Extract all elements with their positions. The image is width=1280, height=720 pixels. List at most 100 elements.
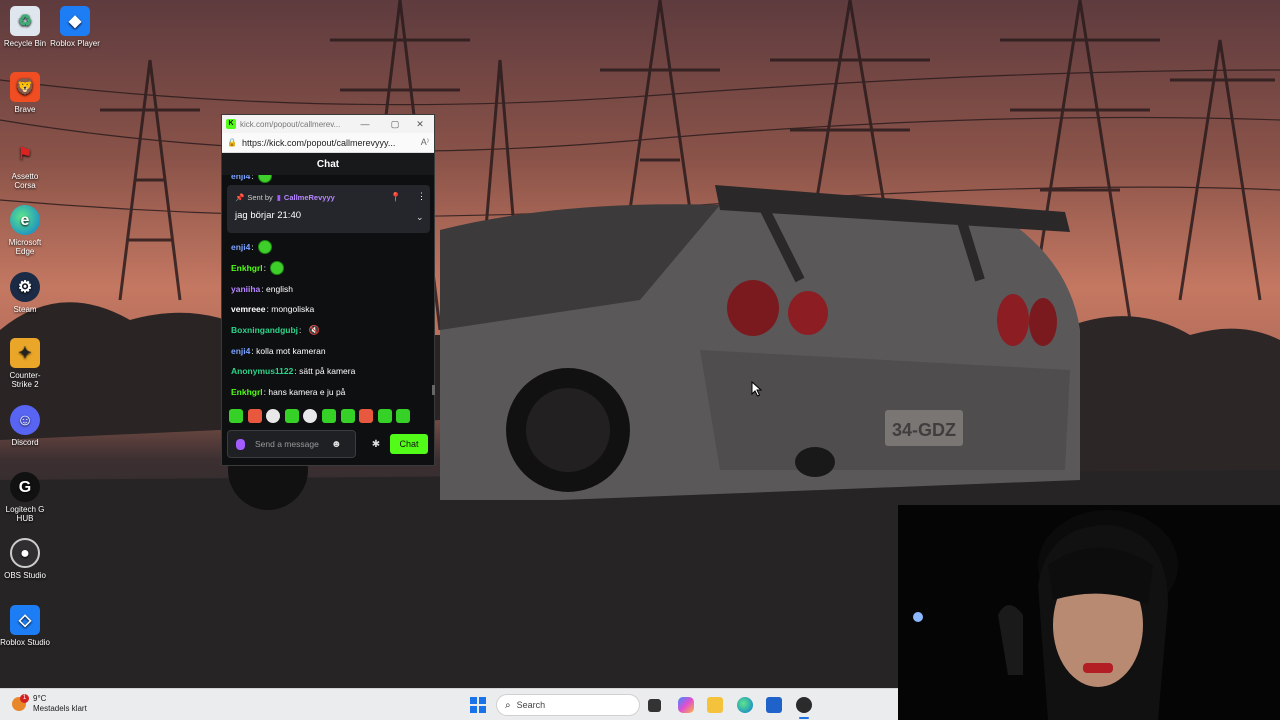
emote-button[interactable] xyxy=(247,409,262,423)
desktop-icon-label: Recycle Bin xyxy=(3,39,47,48)
windows-logo-icon xyxy=(478,705,486,713)
desktop-icon-label: OBS Studio xyxy=(4,571,46,580)
chat-text: mongoliska xyxy=(271,304,315,315)
chat-message: Enkhgrl: xyxy=(231,258,434,279)
chat-username[interactable]: vemreee xyxy=(231,304,266,314)
desktop-icon-brave[interactable]: 🦁 Brave xyxy=(0,72,50,114)
green-emote-icon xyxy=(257,175,272,183)
start-button[interactable] xyxy=(470,697,486,713)
desktop-icon-label: Brave xyxy=(14,105,36,114)
chat-message: yaniiha: english xyxy=(231,283,293,294)
weather-text: 9°C Mestadels klart xyxy=(33,694,87,714)
windows-taskbar: 1 9°C Mestadels klart ⌕ Search xyxy=(0,688,898,720)
steam-icon: ⚙ xyxy=(10,272,40,302)
chat-username[interactable]: yaniiha xyxy=(231,284,260,294)
desktop-icon-label: Roblox Studio xyxy=(0,638,50,647)
emote-button[interactable] xyxy=(396,409,411,423)
emote-button[interactable] xyxy=(266,409,281,423)
chat-message: vemreee: mongoliska xyxy=(231,304,315,315)
gear-icon[interactable]: ✱ xyxy=(362,439,390,450)
minimize-button[interactable]: — xyxy=(350,119,380,129)
chat-username[interactable]: Anonymus1122 xyxy=(231,366,293,376)
roblox-icon: ◆ xyxy=(60,6,90,36)
lock-icon: 🔒 xyxy=(227,138,237,147)
desktop-icon-roblox-studio[interactable]: ◇ Roblox Studio xyxy=(0,605,50,647)
microphone-icon[interactable] xyxy=(236,438,245,450)
chat-message: enji4: xyxy=(231,237,434,258)
chat-text: kolla mot kameran xyxy=(256,345,326,356)
emote-button[interactable] xyxy=(359,409,374,423)
obs-taskbar-icon[interactable] xyxy=(796,697,812,713)
chat-username[interactable]: enji4 xyxy=(231,175,250,181)
desktop-icon-roblox-player[interactable]: ◆ Roblox Player xyxy=(50,6,100,48)
sent-by-label: Sent by xyxy=(247,193,273,202)
emote-button[interactable] xyxy=(284,409,299,423)
maximize-button[interactable]: ▢ xyxy=(380,119,410,130)
desktop-icon-logitech[interactable]: G Logitech G HUB xyxy=(0,472,50,523)
copilot-icon[interactable] xyxy=(678,697,694,713)
desktop-icon-label: Discord xyxy=(11,438,39,447)
chat-text: english xyxy=(266,283,293,294)
desktop-icon-obs[interactable]: ● OBS Studio xyxy=(0,538,50,580)
chat-username[interactable]: Enkhgrl xyxy=(231,263,263,273)
input-placeholder: Send a message xyxy=(255,438,319,449)
mouse-cursor-icon xyxy=(751,381,763,397)
discord-icon: ☺ xyxy=(10,405,40,435)
pin-icon: 📌 xyxy=(235,193,245,202)
desktop-icon-label: Counter-Strike 2 xyxy=(9,371,41,389)
chat-message: enji4: kolla mot kameran xyxy=(231,345,326,356)
chat-username-colon: : xyxy=(251,175,254,181)
chat-popup-window: K kick.com/popout/callmerev... — ▢ ✕ 🔒 h… xyxy=(221,114,435,466)
desktop-icon-steam[interactable]: ⚙ Steam xyxy=(0,272,50,314)
pinned-message[interactable]: 📌 Sent by ▮ CallmeRevyyy 📍 ⋮ jag börjar … xyxy=(227,185,430,233)
taskbar-search-box[interactable]: ⌕ Search xyxy=(496,694,640,716)
close-icon[interactable]: ✕ xyxy=(410,119,430,130)
desktop-icon-discord[interactable]: ☺ Discord xyxy=(0,405,50,447)
chat-username[interactable]: Enkhgrl xyxy=(231,387,263,397)
chevron-down-icon[interactable]: ⌄ xyxy=(416,212,424,223)
address-bar[interactable]: 🔒 https://kick.com/popout/callmerevyyy..… xyxy=(222,133,434,153)
desktop-icon-label: Roblox Player xyxy=(50,39,100,48)
desktop-icon-assetto-corsa[interactable]: ⚑ Assetto Corsa xyxy=(0,139,50,190)
address-url[interactable]: https://kick.com/popout/callmerevyyy... xyxy=(242,138,421,148)
emote-button[interactable] xyxy=(303,409,318,423)
more-options-icon[interactable]: ⋮ xyxy=(417,191,426,202)
emote-button[interactable] xyxy=(377,409,392,423)
microsoft-store-icon[interactable] xyxy=(766,697,782,713)
file-explorer-icon[interactable] xyxy=(707,697,723,713)
chat-text: hans kamera e ju på xyxy=(268,387,346,398)
brave-icon: 🦁 xyxy=(10,72,40,102)
task-view-icon[interactable] xyxy=(648,699,661,712)
chat-scrollbar[interactable] xyxy=(432,385,435,395)
chat-username[interactable]: Boxningandgubj xyxy=(231,325,298,335)
window-titlebar[interactable]: K kick.com/popout/callmerev... — ▢ ✕ xyxy=(222,115,434,133)
windows-logo-icon xyxy=(470,705,478,713)
chat-message: Enkhgrl: hans kamera e ju på xyxy=(231,387,346,398)
desktop-icon-edge[interactable]: e Microsoft Edge xyxy=(0,205,50,256)
edge-taskbar-icon[interactable] xyxy=(737,697,753,713)
assetto-corsa-icon: ⚑ xyxy=(17,145,33,163)
send-chat-button[interactable]: Chat xyxy=(390,434,428,454)
notification-badge: 1 xyxy=(20,694,29,703)
chat-username[interactable]: enji4 xyxy=(231,242,250,252)
desktop-icon-counter-strike[interactable]: ✦ Counter-Strike 2 xyxy=(0,338,50,389)
chat-message: Boxningandgubj: 🔇 xyxy=(231,320,434,341)
pinned-text: jag börjar 21:40 xyxy=(235,210,302,221)
weather-widget[interactable]: 1 9°C Mestadels klart xyxy=(12,694,87,714)
emote-button[interactable] xyxy=(340,409,355,423)
green-emote-icon xyxy=(270,261,285,276)
kick-favicon-icon: K xyxy=(226,119,236,129)
pinned-author[interactable]: CallmeRevyyy xyxy=(284,193,335,202)
read-aloud-icon[interactable]: A⁾ xyxy=(421,137,429,148)
unpin-icon[interactable]: 📍 xyxy=(390,192,401,203)
chat-header: Chat xyxy=(222,153,434,175)
emote-button[interactable] xyxy=(229,409,243,423)
chat-username[interactable]: enji4 xyxy=(231,346,250,356)
emote-button[interactable] xyxy=(321,409,336,423)
emoji-picker-icon[interactable]: ☻ xyxy=(331,439,342,450)
chat-message-input[interactable]: Send a message ☻ xyxy=(227,430,356,458)
muted-speaker-emote-icon: 🔇 xyxy=(308,325,321,336)
desktop-icon-label: Assetto Corsa xyxy=(11,172,39,190)
desktop-icon-recycle-bin[interactable]: ♻ Recycle Bin xyxy=(0,6,50,48)
obs-icon: ● xyxy=(10,538,40,568)
